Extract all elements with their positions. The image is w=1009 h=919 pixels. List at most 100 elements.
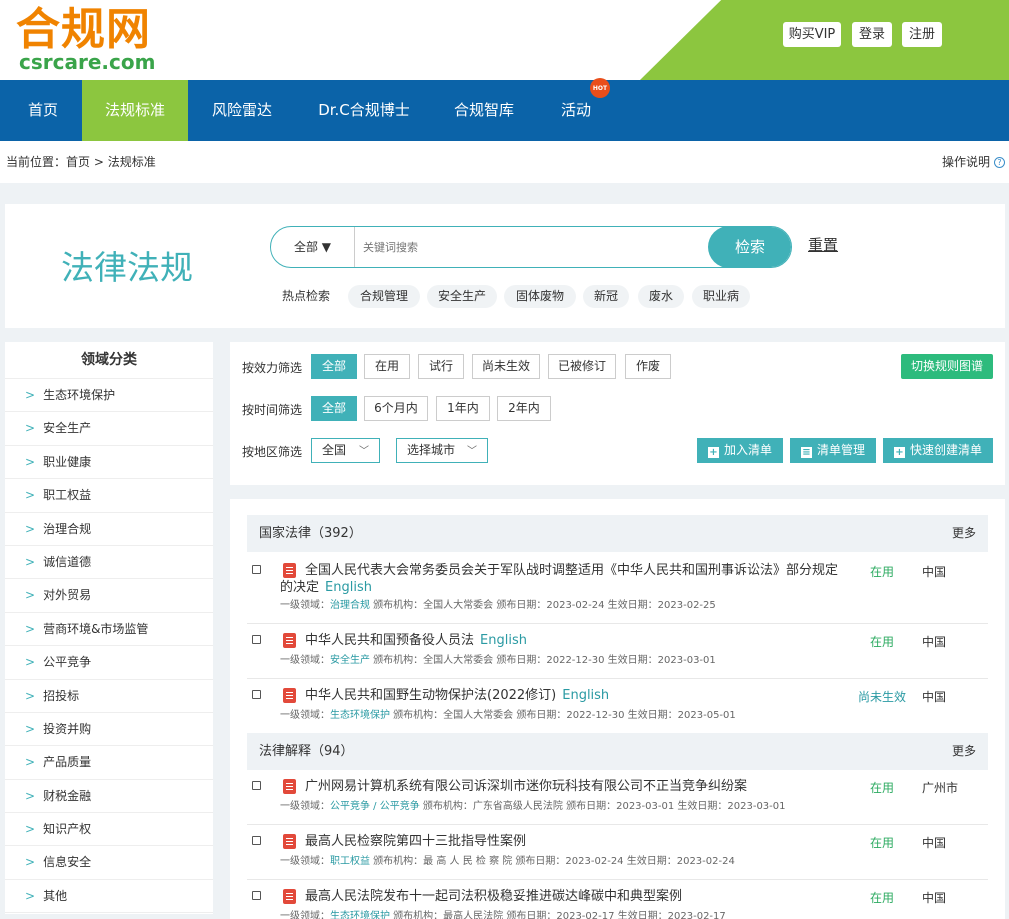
nav-item-risk-radar[interactable]: 风险雷达 — [194, 80, 290, 141]
effect-filter-void[interactable]: 作废 — [625, 354, 671, 379]
row-checkbox[interactable] — [252, 836, 261, 845]
time-filter-6m[interactable]: 6个月内 — [364, 396, 428, 421]
effect-filter-not-effective[interactable]: 尚未生效 — [472, 354, 540, 379]
hot-tag[interactable]: 职业病 — [692, 285, 750, 308]
sidebar-item[interactable]: > 诚信道德 — [5, 546, 213, 580]
time-filter-1y[interactable]: 1年内 — [436, 396, 490, 421]
hot-tag[interactable]: 新冠 — [583, 285, 629, 308]
sidebar-item[interactable]: > 安全生产 — [5, 412, 213, 446]
sidebar-item-label: 诚信道德 — [43, 554, 92, 569]
row-checkbox[interactable] — [252, 635, 261, 644]
hot-tag[interactable]: 合规管理 — [348, 285, 420, 308]
sidebar-item[interactable]: > 招投标 — [5, 680, 213, 713]
row-checkbox[interactable] — [252, 891, 261, 900]
reset-button[interactable]: 重置 — [808, 234, 838, 255]
register-button[interactable]: 注册 — [902, 22, 942, 47]
search-scope-dropdown[interactable]: 全部 ▼ — [271, 227, 355, 267]
effect-filter-in-use[interactable]: 在用 — [364, 354, 410, 379]
domain-link[interactable]: 生态环境保护 — [330, 710, 390, 721]
effect-filter-revised[interactable]: 已被修订 — [548, 354, 616, 379]
sidebar-item-label: 生态环境保护 — [43, 388, 116, 402]
category-sidebar: 领域分类 > 生态环境保护 > 安全生产 > 职业健康 > 职工权益 > 治理合规 > 诚信… — [5, 342, 213, 914]
quick-create-list-button[interactable]: + 快速创建清单 — [883, 438, 993, 463]
status-badge: 在用 — [869, 781, 894, 795]
help-link[interactable]: 操作说明? — [942, 141, 1005, 183]
manage-list-button[interactable]: ≡ 清单管理 — [790, 438, 876, 463]
search-scope-value: 全部 — [293, 240, 318, 254]
effect-filter-all[interactable]: 全部 — [311, 354, 357, 379]
row-title[interactable]: 中华人民共和国野生动物保护法(2022修订) English — [305, 687, 855, 704]
meta-label: 一级领域： — [280, 710, 330, 721]
english-link[interactable]: English — [562, 688, 609, 703]
english-link[interactable]: English — [325, 580, 372, 595]
sidebar-item[interactable]: > 职业健康 — [5, 446, 213, 480]
logo-text-cn[interactable]: 合规网 — [16, 4, 151, 56]
hot-tag[interactable]: 废水 — [638, 285, 684, 308]
more-link[interactable]: 更多 — [952, 515, 976, 552]
row-checkbox[interactable] — [252, 690, 261, 699]
login-button[interactable]: 登录 — [852, 22, 892, 47]
city-select[interactable]: 选择城市 ﹀ — [396, 438, 488, 463]
domain-link[interactable]: 公平竞争 / 公平竞争 — [330, 801, 420, 812]
nav-item-dr-c[interactable]: Dr.C合规博士 — [302, 80, 426, 141]
add-to-list-button[interactable]: + 加入清单 — [697, 438, 783, 463]
nav-item-home[interactable]: 首页 — [10, 80, 76, 141]
domain-link[interactable]: 生态环境保护 — [330, 911, 390, 919]
page-title: 法律法规 — [61, 248, 193, 287]
sidebar-item[interactable]: > 职工权益 — [5, 479, 213, 513]
section-header-legal-interpretation: 法律解释（94） 更多 — [247, 733, 988, 770]
hot-tag[interactable]: 固体废物 — [504, 285, 576, 308]
domain-link[interactable]: 安全生产 — [330, 655, 370, 666]
sidebar-item-label: 招投标 — [43, 688, 80, 703]
hot-tag[interactable]: 安全生产 — [427, 285, 497, 308]
sidebar-item[interactable]: > 其他 — [5, 880, 213, 914]
sidebar-item[interactable]: > 产品质量 — [5, 746, 213, 780]
sidebar-item[interactable]: > 生态环境保护 — [5, 379, 213, 413]
row-meta: 一级领域：治理合规 颁布机构：全国人大常委会 颁布日期：2023-02-24 生… — [280, 599, 716, 613]
breadcrumb-home-link[interactable]: 首页 — [66, 155, 90, 169]
chevron-right-icon: > — [25, 855, 36, 870]
more-link[interactable]: 更多 — [952, 733, 976, 770]
sidebar-item[interactable]: > 公平竞争 — [5, 646, 213, 680]
sidebar-item[interactable]: > 营商环境&市场监管 — [5, 613, 213, 647]
row-meta: 一级领域：生态环境保护 颁布机构：全国人大常委会 颁布日期：2022-12-30… — [280, 709, 736, 723]
search-input[interactable] — [363, 235, 693, 259]
sidebar-item[interactable]: > 投资并购 — [5, 713, 213, 747]
row-checkbox[interactable] — [252, 565, 261, 574]
time-filter-all[interactable]: 全部 — [311, 396, 357, 421]
sidebar-item[interactable]: > 治理合规 — [5, 513, 213, 546]
sidebar-item-label: 治理合规 — [43, 521, 92, 536]
search-panel: 法律法规 全部 ▼ 检索 重置 热点检索 合规管理 安全生产 固体废物 新冠 废… — [5, 204, 1005, 328]
chevron-right-icon: > — [25, 421, 36, 436]
pdf-icon — [283, 834, 296, 849]
domain-link[interactable]: 职工权益 — [330, 856, 370, 867]
nav-item-regulations[interactable]: 法规标准 — [82, 80, 188, 141]
row-checkbox[interactable] — [252, 781, 261, 790]
sidebar-item[interactable]: > 知识产权 — [5, 813, 213, 847]
logo-text-en[interactable]: csrcare.com — [19, 52, 155, 72]
chevron-right-icon: > — [25, 655, 36, 670]
row-title-text: 中华人民共和国预备役人员法 — [305, 633, 475, 648]
sidebar-item[interactable]: > 信息安全 — [5, 846, 213, 880]
row-title[interactable]: 最高人民法院发布十一起司法积极稳妥推进碳达峰碳中和典型案例 — [305, 888, 855, 905]
chevron-right-icon: > — [25, 822, 36, 837]
effect-filter-trial[interactable]: 试行 — [418, 354, 464, 379]
row-meta: 一级领域：职工权益 颁布机构：最 高 人 民 检 察 院 颁布日期：2023-0… — [280, 855, 735, 869]
sidebar-item-label: 知识产权 — [43, 822, 92, 837]
row-title[interactable]: 全国人民代表大会常务委员会关于军队战时调整适用《中华人民共和国刑事诉讼法》部分规… — [280, 562, 840, 596]
quick-create-list-label: 快速创建清单 — [909, 443, 982, 457]
row-title[interactable]: 中华人民共和国预备役人员法 English — [305, 632, 855, 649]
nav-item-think-tank[interactable]: 合规智库 — [438, 80, 530, 141]
buy-vip-button[interactable]: 购买VIP — [783, 22, 841, 47]
search-button[interactable]: 检索 — [708, 227, 791, 267]
row-title[interactable]: 最高人民检察院第四十三批指导性案例 — [305, 833, 855, 850]
switch-rule-graph-button[interactable]: 切换规则图谱 — [901, 354, 993, 379]
domain-link[interactable]: 治理合规 — [330, 600, 370, 611]
english-link[interactable]: English — [480, 633, 527, 648]
sidebar-item[interactable]: > 对外贸易 — [5, 579, 213, 613]
row-title[interactable]: 广州网易计算机系统有限公司诉深圳市迷你玩科技有限公司不正当竞争纠纷案 — [305, 778, 855, 795]
sidebar-item[interactable]: > 财税金融 — [5, 780, 213, 814]
time-filter-2y[interactable]: 2年内 — [497, 396, 551, 421]
meta-label: 一级领域： — [280, 801, 330, 812]
region-select[interactable]: 全国 ﹀ — [311, 438, 380, 463]
